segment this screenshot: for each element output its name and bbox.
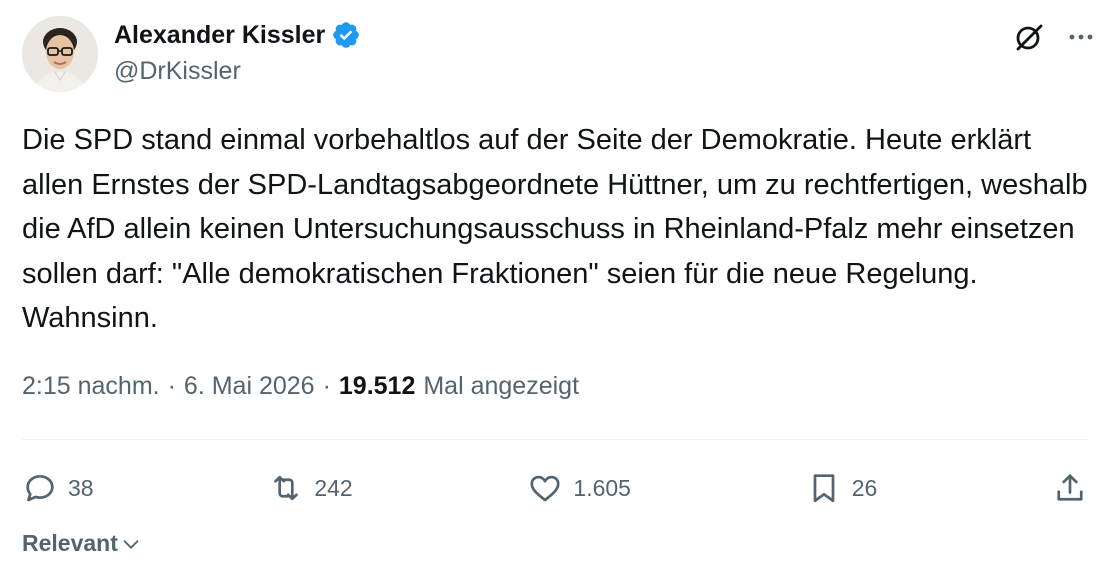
profile-photo-icon <box>22 16 98 92</box>
share-icon <box>1057 474 1083 501</box>
author-handle[interactable]: @DrKissler <box>114 57 361 86</box>
tweet-meta: 2:15 nachm. · 6. Mai 2026 · 19.512 Mal a… <box>22 372 579 401</box>
avatar[interactable] <box>22 16 98 92</box>
tweet-date[interactable]: 6. Mai 2026 <box>184 372 315 401</box>
author-names: Alexander Kissler @DrKissler <box>114 18 361 86</box>
tweet-time[interactable]: 2:15 nachm. <box>22 372 160 401</box>
reply-button[interactable]: 38 <box>22 470 94 506</box>
chevron-down-icon <box>123 539 139 549</box>
repost-button[interactable]: 242 <box>268 470 353 506</box>
bookmark-button[interactable]: 26 <box>806 470 878 506</box>
name-row: Alexander Kissler <box>114 18 361 52</box>
repost-count: 242 <box>314 474 353 501</box>
repost-icon <box>274 475 299 501</box>
reply-count: 38 <box>68 474 94 501</box>
sort-dropdown[interactable]: Relevant <box>22 530 142 557</box>
like-count: 1.605 <box>573 474 631 501</box>
reply-icon <box>26 474 54 502</box>
action-bar: 38 242 1.605 26 <box>22 466 1088 510</box>
share-button[interactable] <box>1052 470 1088 506</box>
sort-label: Relevant <box>22 530 118 556</box>
tweet-header: Alexander Kissler @DrKissler <box>22 16 1098 92</box>
meta-separator: · <box>167 372 176 400</box>
views-count: 19.512 <box>338 372 416 400</box>
author-display-name[interactable]: Alexander Kissler <box>114 21 325 50</box>
divider <box>22 439 1088 440</box>
meta-separator: · <box>322 372 331 400</box>
more-icon[interactable] <box>1064 20 1098 54</box>
tweet-detail: Alexander Kissler @DrKissler Die SPD sta… <box>0 0 1120 580</box>
views-label: Mal angezeigt <box>423 372 580 400</box>
heart-icon <box>530 475 560 502</box>
bookmark-icon <box>813 474 835 503</box>
bookmark-count: 26 <box>851 474 878 501</box>
verified-badge-icon[interactable] <box>331 20 361 50</box>
like-button[interactable]: 1.605 <box>527 470 631 506</box>
header-actions <box>1012 20 1098 54</box>
tweet-text: Die SPD stand einmal vorbehaltlos auf de… <box>22 124 1096 334</box>
grok-icon[interactable] <box>1012 20 1046 54</box>
